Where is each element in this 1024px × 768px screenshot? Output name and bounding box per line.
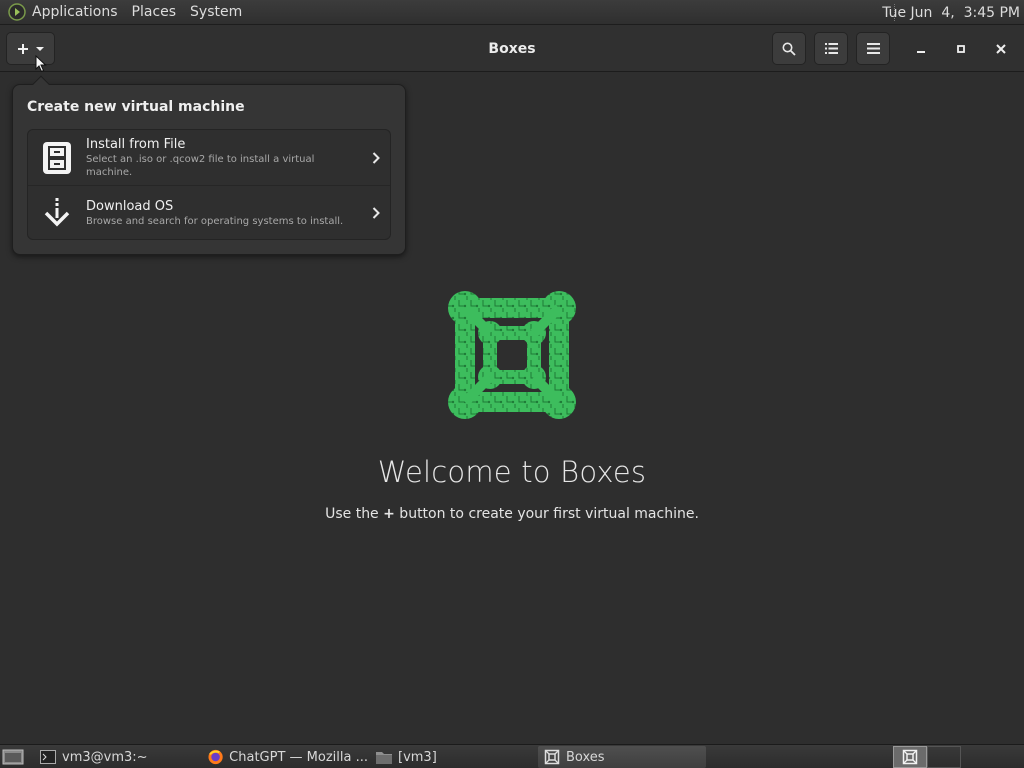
boxes-icon <box>902 749 918 765</box>
create-options-list: Install from File Select an .iso or .qco… <box>27 129 391 240</box>
applications-logo-icon <box>8 3 26 21</box>
welcome-subtitle-plus: + <box>383 506 395 522</box>
firefox-icon <box>208 749 223 765</box>
welcome-subtitle-after: button to create your first virtual mach… <box>394 506 699 522</box>
chevron-down-icon <box>35 46 44 51</box>
mouse-cursor-icon <box>35 55 47 73</box>
main-menu-button[interactable] <box>856 32 890 65</box>
boxes-icon <box>544 749 560 765</box>
system-menu[interactable]: System <box>183 0 249 25</box>
minimize-button[interactable] <box>905 32 937 65</box>
clock-label: Tue Jun 4, 3:45 PM <box>882 4 1020 21</box>
new-vm-button[interactable] <box>6 32 55 65</box>
places-menu[interactable]: Places <box>125 0 184 25</box>
popover-title: Create new virtual machine <box>27 99 245 115</box>
workspace-2[interactable] <box>927 746 961 768</box>
applications-menu[interactable]: Applications <box>0 0 125 25</box>
download-icon <box>28 186 86 240</box>
install-from-file-label: Install from File <box>86 136 186 152</box>
header-bar: Boxes <box>0 25 1024 72</box>
download-os-description: Browse and search for operating systems … <box>86 215 344 227</box>
welcome-title: Welcome to Boxes <box>377 455 647 489</box>
workspace-1[interactable] <box>893 746 927 768</box>
boxes-logo <box>448 291 576 419</box>
maximize-button[interactable] <box>945 32 977 65</box>
popover-arrow <box>32 75 50 93</box>
chevron-right-icon <box>362 207 390 219</box>
search-button[interactable] <box>772 32 806 65</box>
close-button[interactable] <box>985 32 1017 65</box>
create-vm-popover: Create new virtual machine Install from … <box>12 75 406 255</box>
folder-icon <box>376 752 392 764</box>
top-panel: Applications Places System Tue Jun 4, 3:… <box>0 0 1024 25</box>
list-view-button[interactable] <box>814 32 848 65</box>
task-boxes[interactable]: Boxes <box>538 746 706 768</box>
search-icon <box>782 42 796 56</box>
task-firefox-label: ChatGPT — Mozilla ... <box>229 749 368 765</box>
task-firefox[interactable]: ChatGPT — Mozilla ... <box>202 746 368 768</box>
task-files-label: [vm3] <box>398 749 437 765</box>
applications-menu-label: Applications <box>32 4 118 20</box>
places-menu-label: Places <box>131 4 177 20</box>
task-boxes-label: Boxes <box>566 749 605 765</box>
terminal-icon <box>40 750 56 764</box>
plus-icon <box>17 43 28 54</box>
welcome-subtitle: Use the + button to create your first vi… <box>0 506 1024 522</box>
clock[interactable]: Tue Jun 4, 3:45 PM <box>882 0 1020 25</box>
system-menu-label: System <box>190 4 243 20</box>
task-terminal-label: vm3@vm3:~ <box>62 749 148 765</box>
task-terminal[interactable]: vm3@vm3:~ <box>34 746 198 768</box>
install-from-file-row[interactable]: Install from File Select an .iso or .qco… <box>28 130 390 185</box>
hamburger-menu-icon <box>866 43 880 54</box>
install-from-file-description: Select an .iso or .qcow2 file to install… <box>86 153 315 178</box>
taskbar: vm3@vm3:~ ChatGPT — Mozilla ... [vm3] Bo… <box>0 744 1024 768</box>
file-cabinet-icon <box>28 130 86 185</box>
download-os-label: Download OS <box>86 198 174 214</box>
show-desktop-icon[interactable] <box>2 748 24 766</box>
minimize-icon <box>917 50 925 53</box>
close-icon <box>996 43 1006 54</box>
download-os-row[interactable]: Download OS Browse and search for operat… <box>28 185 390 240</box>
chevron-right-icon <box>362 151 390 164</box>
task-files[interactable]: [vm3] <box>370 746 534 768</box>
welcome-subtitle-before: Use the <box>325 506 384 522</box>
list-view-icon <box>824 43 838 54</box>
maximize-icon <box>957 44 965 53</box>
